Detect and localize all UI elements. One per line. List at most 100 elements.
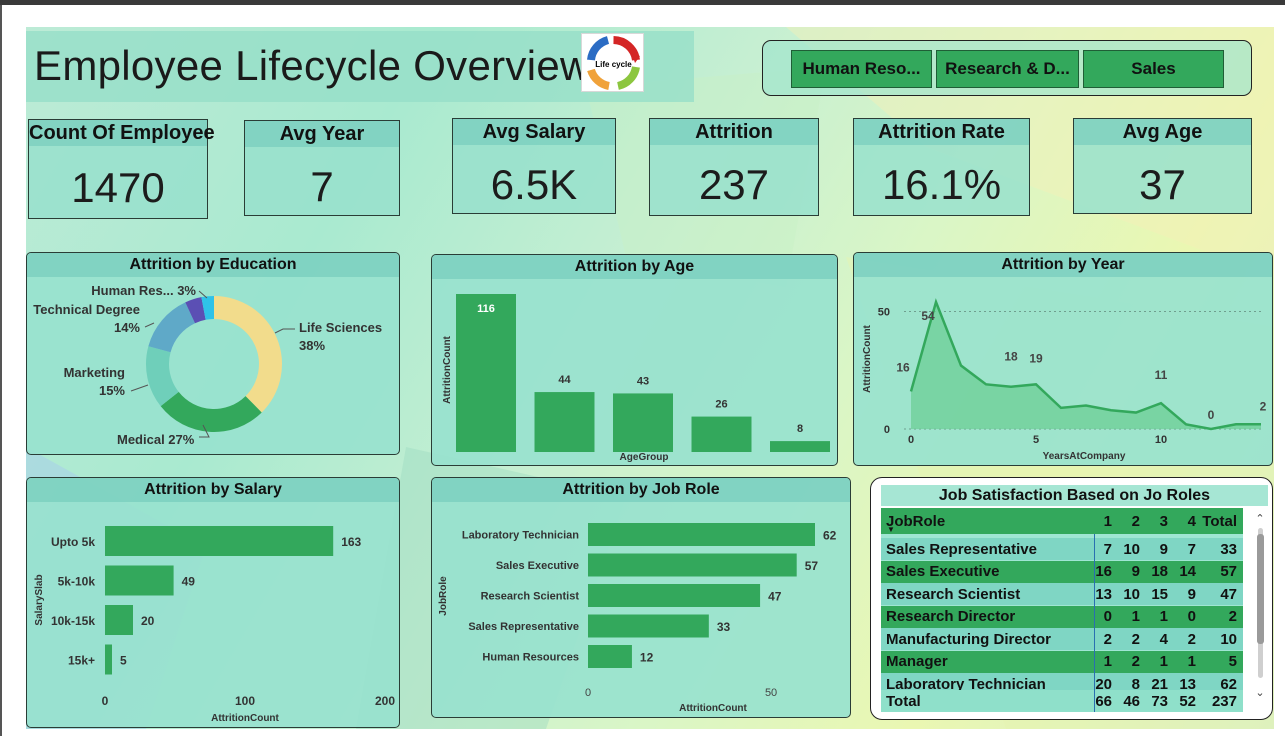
kpi-label: Attrition [650,119,818,145]
cell-jobrole: Manager [886,653,948,670]
matrix-row[interactable]: Sales Executive 16 9 18 14 57 [881,560,1243,583]
label-human-resources: Human Res... 3% [91,283,196,298]
jobrole-category-4: Human Resources [482,652,579,664]
attrition-by-salary-chart: Attrition by Salary Upto 5k 163 5k-10k 49 10… [26,477,400,728]
salary-bar-3[interactable] [105,644,112,675]
year-data-label-2: 18 [1004,350,1018,364]
year-data-label-5: 0 [1208,408,1215,422]
matrix-table: JobRole 1 2 3 4 Total ▼ Sales Representa… [881,508,1243,712]
y-tick-0: 0 [884,424,890,436]
cell-1: 7 [1103,540,1112,558]
donut-slice-3[interactable] [148,302,196,353]
lifecycle-logo: Life cycle [581,33,644,92]
cell-2: 46 [1123,692,1140,710]
cell-3: 9 [1159,540,1168,558]
label-medical: Medical 27% [117,432,195,447]
salary-x-tick-2: 200 [375,694,395,708]
kpi-value: 6.5K [490,161,578,208]
cell-3: 15 [1151,585,1168,603]
donut-slice-1[interactable] [160,391,262,432]
jobrole-bar-1[interactable] [588,553,797,577]
kpi-label: Avg Age [1074,119,1251,145]
column-header-1[interactable]: 1 [1084,513,1112,530]
matrix-total-row[interactable]: Total 66 46 73 52 237 [881,690,1243,712]
age-bar-1[interactable] [534,392,595,452]
age-bar-4[interactable] [770,441,830,452]
matrix-row[interactable]: Manufacturing Director 2 2 4 2 10 [881,628,1243,650]
jobrole-bar-4[interactable] [588,645,632,668]
jobrole-category-0: Laboratory Technician [462,530,579,542]
slicer-button-sales[interactable]: Sales [1083,50,1224,88]
slicer-button-human-resources[interactable]: Human Reso... [791,50,932,88]
cell-total: 5 [1228,653,1237,670]
cell-total: 47 [1220,585,1237,603]
kpi-attrition: Attrition 237 [649,118,819,216]
jobrole-category-2: Research Scientist [481,591,580,603]
attrition-by-year-chart: Attrition by Year 0 50 0 5 10 16 54 18 19 11 0 2 A… [853,252,1273,466]
slicer-button-research-development[interactable]: Research & D... [936,50,1079,88]
age-bar-svg: 116 44 43 26 8 AttritionCount AgeGroup [442,294,830,463]
matrix-divider [1094,534,1095,712]
cell-4: 9 [1187,585,1196,603]
donut-slice-0[interactable] [214,296,282,413]
cell-jobrole: Research Scientist [886,585,1021,603]
attrition-by-job-role-chart: Attrition by Job Role Laboratory Technic… [431,477,851,718]
age-bar-label-3: 26 [715,399,727,411]
kpi-label: Attrition Rate [854,119,1029,145]
matrix-scrollbar[interactable]: ⌃ ⌄ [1254,510,1266,706]
cell-3: 73 [1151,692,1168,710]
column-header-4[interactable]: 4 [1168,513,1196,530]
salary-x-tick-0: 0 [102,694,109,708]
x-axis-label: AgeGroup [620,452,669,463]
column-header-total[interactable]: Total [1196,513,1241,530]
cell-3: 18 [1151,563,1168,580]
label-life-sciences: Life Sciences [299,320,382,335]
x-axis-label: AttritionCount [211,713,279,724]
year-data-label-6: 2 [1260,399,1267,413]
salary-bar-0[interactable] [105,526,334,556]
cell-3: 1 [1159,653,1168,670]
column-header-2[interactable]: 2 [1112,513,1140,530]
jobrole-value-4: 12 [640,651,654,665]
scroll-down-icon[interactable]: ⌄ [1254,686,1266,699]
jobrole-value-0: 62 [823,529,837,543]
kpi-attrition-rate: Attrition Rate 16.1% [853,118,1030,216]
jobrole-bar-2[interactable] [588,584,761,607]
kpi-value: 237 [698,161,770,208]
jobrole-x-tick-0: 0 [585,687,591,699]
scrollbar-thumb[interactable] [1257,534,1264,644]
cell-total: 10 [1220,630,1237,648]
cell-1: 2 [1103,630,1112,648]
column-header-3[interactable]: 3 [1140,513,1168,530]
cell-2: 10 [1123,585,1140,603]
cell-4: 0 [1187,608,1196,625]
job-satisfaction-matrix: Job Satisfaction Based on Jo Roles JobRo… [870,477,1273,720]
age-bar-3[interactable] [691,416,752,452]
jobrole-bar-0[interactable] [588,523,815,546]
age-bar-0[interactable] [456,294,516,452]
kpi-label: Count Of Employee [29,120,215,146]
sort-desc-icon[interactable]: ▼ [887,525,895,534]
matrix-row[interactable]: Research Scientist 13 10 15 9 47 [881,583,1243,605]
kpi-label: Avg Year [245,121,399,147]
matrix-row[interactable]: Research Director 0 1 1 0 2 [881,605,1243,628]
matrix-row[interactable]: Manager 1 2 1 1 5 [881,650,1243,673]
salary-category-1: 5k-10k [58,575,96,589]
matrix-row[interactable]: Sales Representative 7 10 9 7 33 [881,538,1243,560]
attrition-by-age-chart: Attrition by Age 116 44 43 26 8 AttritionCou… [431,254,838,466]
year-area-svg: 0 50 0 5 10 16 54 18 19 11 0 2 AttritionCount Year… [862,298,1267,462]
kpi-avg-year: Avg Year 7 [244,120,400,216]
kpi-value: 37 [1139,161,1186,208]
salary-value-3: 5 [120,654,127,668]
matrix-title: Job Satisfaction Based on Jo Roles [881,485,1268,506]
column-header-jobrole[interactable]: JobRole [881,513,1084,530]
kpi-label: Avg Salary [453,119,615,145]
year-data-label-1: 54 [921,309,935,323]
jobrole-bar-3[interactable] [588,614,709,638]
salary-bar-1[interactable] [105,565,174,596]
scroll-up-icon[interactable]: ⌃ [1254,512,1266,525]
cell-4: 7 [1187,540,1196,558]
salary-bar-2[interactable] [105,605,133,635]
age-bar-2[interactable] [613,393,673,452]
cell-2: 2 [1131,630,1140,648]
